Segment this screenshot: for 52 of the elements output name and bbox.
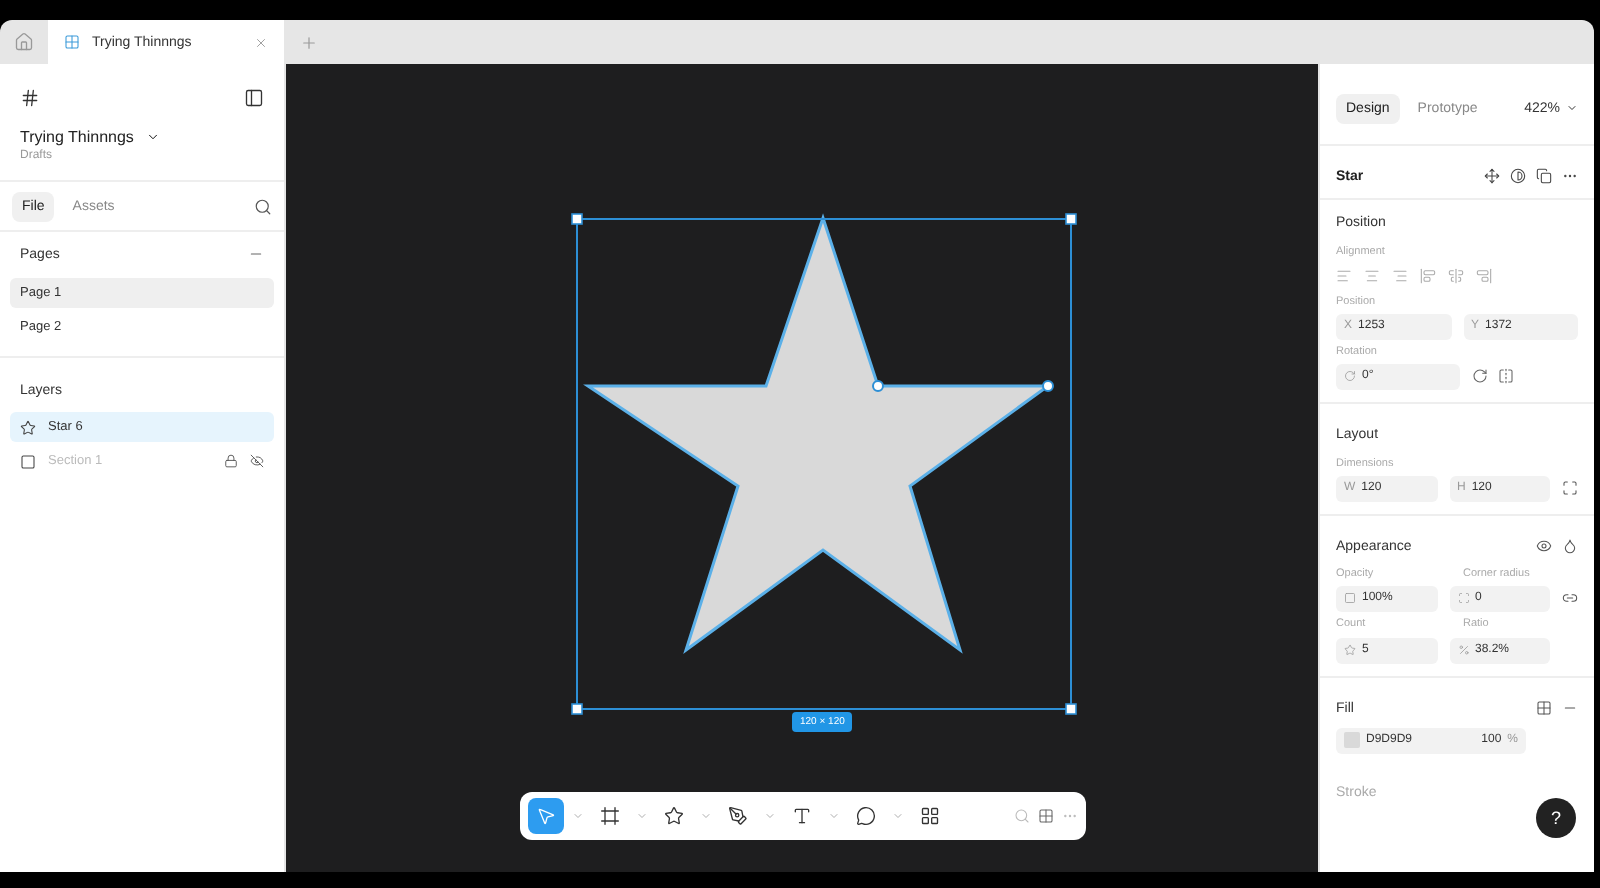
pointer-icon <box>536 806 556 826</box>
align-top-icon <box>1420 268 1436 284</box>
grid-icon <box>1038 808 1054 824</box>
align-left-icon <box>1336 268 1352 284</box>
frame-icon <box>600 806 620 826</box>
file-icon <box>64 34 80 50</box>
align-middle-icon <box>1448 268 1464 284</box>
rotate-icon <box>1471 368 1487 384</box>
opacity-icon <box>1344 592 1356 604</box>
color-swatch[interactable] <box>1344 732 1360 748</box>
selection-frame[interactable] <box>571 213 1077 715</box>
star-icon <box>664 806 684 826</box>
link-icon <box>1562 590 1578 606</box>
eye-icon <box>1536 538 1552 554</box>
caret-icon <box>764 810 776 822</box>
flip-icon <box>1497 368 1513 384</box>
caret-icon <box>145 129 160 143</box>
frame-icon <box>20 453 36 469</box>
logo-icon <box>20 88 40 108</box>
file-name[interactable]: Trying Thinnngs <box>20 127 134 145</box>
styles-icon <box>1536 700 1552 716</box>
caret-icon <box>892 810 904 822</box>
star-icon <box>1344 644 1356 656</box>
eye-off-icon <box>250 454 264 468</box>
text-icon <box>792 806 812 826</box>
drop-icon <box>1562 538 1578 554</box>
caret-icon <box>828 810 840 822</box>
search-icon <box>254 197 272 215</box>
align-center-icon <box>1364 268 1380 284</box>
pen-icon <box>728 806 748 826</box>
align-right-icon <box>1392 268 1408 284</box>
close-icon <box>254 35 268 49</box>
resize-icon <box>1562 480 1578 496</box>
plus-icon <box>299 33 317 51</box>
caret-icon <box>700 810 712 822</box>
comment-icon <box>856 806 876 826</box>
grid-icon <box>920 806 940 826</box>
zoom-icon <box>1014 808 1030 824</box>
contrast-icon <box>1510 168 1526 184</box>
star-icon <box>20 419 36 435</box>
caret-icon <box>636 810 648 822</box>
caret-icon <box>572 810 584 822</box>
caret-icon <box>1566 102 1578 114</box>
move-icon <box>1484 168 1500 184</box>
home-icon <box>14 32 34 52</box>
angle-icon <box>1344 370 1356 382</box>
ratio-icon <box>1457 644 1469 656</box>
panel-icon <box>244 88 264 108</box>
lock-icon <box>224 454 238 468</box>
help-button[interactable]: ? <box>1536 798 1576 838</box>
copy-icon <box>1536 168 1552 184</box>
align-bottom-icon <box>1476 268 1492 284</box>
